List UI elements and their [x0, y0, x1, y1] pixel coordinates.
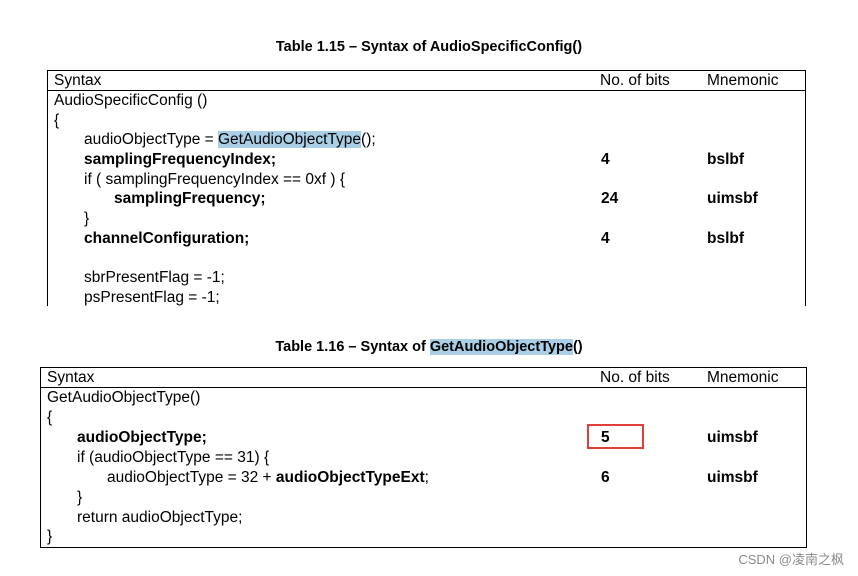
table-header: Syntax No. of bits Mnemonic [48, 71, 805, 91]
table-row: audioObjectType = GetAudioObjectType(); [48, 130, 805, 150]
table-row: audioObjectType; 5 uimsbf [41, 428, 806, 448]
highlighted-term: GetAudioObjectType [218, 131, 362, 148]
header-mnemonic: Mnemonic [707, 72, 779, 89]
syntax-text: (); [361, 131, 376, 148]
table-row: if (audioObjectType == 31) { [41, 448, 806, 468]
mnemonic-cell: uimsbf [707, 469, 758, 486]
syntax-bold-text: audioObjectTypeExt [275, 469, 425, 486]
syntax-cell: audioObjectType; [77, 429, 207, 446]
table-1-16-caption: Table 1.16 – Syntax of GetAudioObjectTyp… [0, 338, 858, 356]
syntax-cell: } [47, 528, 53, 545]
watermark-text: CSDN @凌南之枫 [738, 552, 844, 567]
syntax-cell: return audioObjectType; [77, 509, 243, 526]
syntax-cell: sbrPresentFlag = -1; [84, 269, 225, 286]
bits-cell: 6 [601, 469, 610, 486]
header-mnemonic: Mnemonic [707, 369, 779, 386]
table-row: samplingFrequencyIndex; 4 bslbf [48, 150, 805, 170]
mnemonic-cell: bslbf [707, 230, 745, 247]
caption-text: Table 1.16 – Syntax of [275, 339, 430, 355]
bits-cell: 4 [601, 230, 610, 247]
table-row: { [48, 111, 805, 131]
header-syntax: Syntax [54, 72, 102, 89]
syntax-text: audioObjectType = [84, 131, 218, 148]
table-1-16: Syntax No. of bits Mnemonic GetAudioObje… [40, 367, 807, 548]
syntax-cell: channelConfiguration; [84, 230, 250, 247]
header-syntax: Syntax [47, 369, 95, 386]
table-row: samplingFrequency; 24 uimsbf [48, 189, 805, 209]
table-row: GetAudioObjectType() [41, 388, 806, 408]
mnemonic-cell: bslbf [707, 151, 745, 168]
syntax-cell: samplingFrequencyIndex; [84, 151, 277, 168]
syntax-cell: psPresentFlag = -1; [84, 289, 220, 306]
table-1-15: Syntax No. of bits Mnemonic AudioSpecifi… [47, 70, 806, 306]
table-row: } [48, 209, 805, 229]
syntax-cell: AudioSpecificConfig () [54, 92, 208, 109]
syntax-cell: { [47, 409, 53, 426]
table-row: } [41, 527, 806, 547]
table-row: return audioObjectType; [41, 508, 806, 528]
table-row: channelConfiguration; 4 bslbf [48, 229, 805, 249]
header-bits: No. of bits [600, 72, 670, 89]
syntax-text: audioObjectType = 32 + [107, 469, 276, 486]
highlighted-term: GetAudioObjectType [429, 339, 573, 355]
syntax-cell: { [54, 112, 60, 129]
syntax-cell: GetAudioObjectType() [47, 389, 201, 406]
syntax-cell: if (audioObjectType == 31) { [77, 449, 270, 466]
syntax-cell: samplingFrequency; [114, 190, 266, 207]
table-row: AudioSpecificConfig () [48, 91, 805, 111]
table-row: sbrPresentFlag = -1; [48, 268, 805, 288]
annotation-highlight-box [587, 424, 644, 449]
header-bits: No. of bits [600, 369, 670, 386]
mnemonic-cell: uimsbf [707, 429, 758, 446]
mnemonic-cell: uimsbf [707, 190, 758, 207]
syntax-cell: audioObjectType = 32 + audioObjectTypeEx… [107, 468, 429, 488]
table-row: { [41, 408, 806, 428]
table-row: } [41, 488, 806, 508]
table-row: psPresentFlag = -1; [48, 288, 805, 308]
syntax-cell: audioObjectType = GetAudioObjectType(); [84, 130, 376, 150]
table-row: audioObjectType = 32 + audioObjectTypeEx… [41, 468, 806, 488]
bits-cell: 4 [601, 151, 610, 168]
syntax-cell: } [77, 489, 83, 506]
table-1-15-caption: Table 1.15 – Syntax of AudioSpecificConf… [275, 39, 583, 55]
table-header: Syntax No. of bits Mnemonic [41, 368, 806, 388]
syntax-text: ; [424, 469, 429, 486]
syntax-cell: } [84, 210, 90, 227]
bits-cell: 24 [601, 190, 619, 207]
syntax-cell: if ( samplingFrequencyIndex == 0xf ) { [84, 171, 346, 188]
table-row: if ( samplingFrequencyIndex == 0xf ) { [48, 170, 805, 190]
caption-text: () [572, 339, 583, 355]
